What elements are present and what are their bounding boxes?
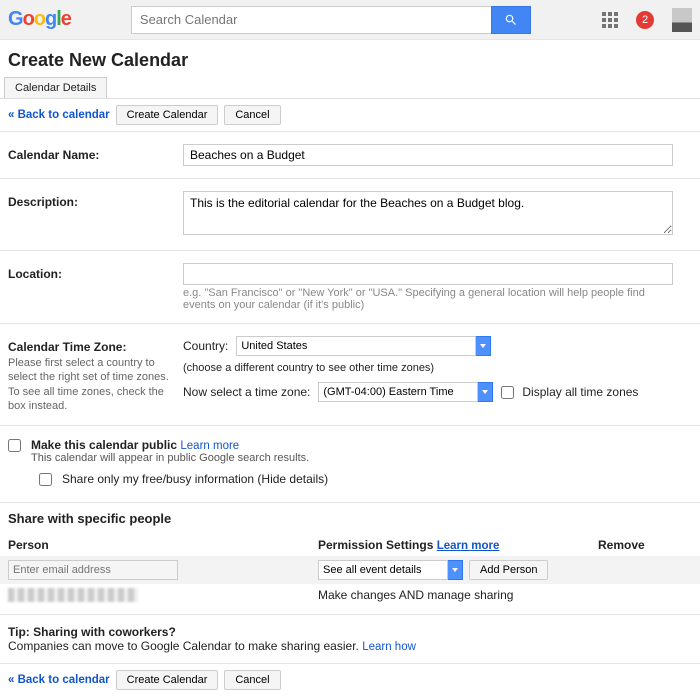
location-label: Location: xyxy=(8,263,183,281)
timezone-hint: Please first select a country to select … xyxy=(8,356,173,413)
search-button[interactable] xyxy=(491,6,531,34)
search-icon xyxy=(504,13,518,27)
notifications-badge[interactable]: 2 xyxy=(636,11,654,29)
cancel-button[interactable]: Cancel xyxy=(224,105,280,125)
create-calendar-button-bottom[interactable]: Create Calendar xyxy=(116,670,219,690)
create-calendar-button[interactable]: Create Calendar xyxy=(116,105,219,125)
share-col-permission: Permission Settings xyxy=(318,538,433,552)
existing-share-permission: Make changes AND manage sharing xyxy=(318,588,598,602)
back-to-calendar-link[interactable]: « Back to calendar xyxy=(8,109,110,121)
description-textarea[interactable] xyxy=(183,191,673,235)
description-label: Description: xyxy=(8,191,183,209)
location-hint: e.g. "San Francisco" or "New York" or "U… xyxy=(183,287,673,311)
country-select[interactable]: United States xyxy=(236,336,476,356)
share-heading: Share with specific people xyxy=(0,503,700,534)
share-col-remove: Remove xyxy=(598,538,692,552)
make-public-label: Make this calendar public xyxy=(31,438,177,452)
back-to-calendar-link-bottom[interactable]: « Back to calendar xyxy=(8,674,110,686)
timezone-select-label: Now select a time zone: xyxy=(183,385,310,399)
existing-share-email xyxy=(8,588,138,602)
apps-icon[interactable] xyxy=(602,12,618,28)
share-freebusy-label: Share only my free/busy information (Hid… xyxy=(62,472,328,486)
public-hint: This calendar will appear in public Goog… xyxy=(31,452,328,464)
country-label: Country: xyxy=(183,339,228,353)
calendar-name-label: Calendar Name: xyxy=(8,144,183,162)
tip-heading: Tip: Sharing with coworkers? xyxy=(8,625,176,639)
permission-learn-more-link[interactable]: Learn more xyxy=(437,540,500,552)
tip-text: Companies can move to Google Calendar to… xyxy=(8,639,359,653)
share-email-input[interactable] xyxy=(8,560,178,580)
page-title: Create New Calendar xyxy=(0,40,700,77)
country-hint: (choose a different country to see other… xyxy=(183,362,673,374)
calendar-name-input[interactable] xyxy=(183,144,673,166)
google-logo[interactable]: Google xyxy=(8,8,71,31)
permission-select[interactable]: See all event details xyxy=(318,560,448,580)
timezone-label: Calendar Time Zone: xyxy=(8,336,183,354)
tab-calendar-details[interactable]: Calendar Details xyxy=(4,77,107,98)
add-person-button[interactable]: Add Person xyxy=(469,560,548,580)
display-all-timezones-label: Display all time zones xyxy=(522,385,638,399)
chevron-down-icon xyxy=(477,382,493,402)
public-learn-more-link[interactable]: Learn more xyxy=(180,440,239,452)
display-all-timezones-checkbox[interactable] xyxy=(501,386,514,399)
tip-learn-how-link[interactable]: Learn how xyxy=(362,641,416,653)
share-freebusy-checkbox[interactable] xyxy=(39,473,52,486)
avatar[interactable] xyxy=(672,8,692,32)
timezone-select[interactable]: (GMT-04:00) Eastern Time xyxy=(318,382,478,402)
search-input[interactable] xyxy=(131,6,491,34)
chevron-down-icon xyxy=(475,336,491,356)
cancel-button-bottom[interactable]: Cancel xyxy=(224,670,280,690)
share-col-person: Person xyxy=(8,538,318,552)
chevron-down-icon xyxy=(447,560,463,580)
location-input[interactable] xyxy=(183,263,673,285)
make-public-checkbox[interactable] xyxy=(8,439,21,452)
